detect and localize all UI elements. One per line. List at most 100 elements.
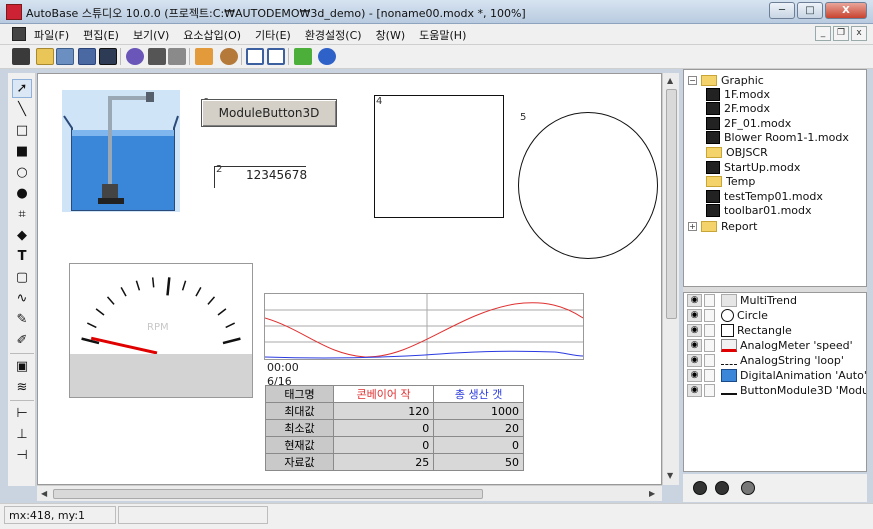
scroll-right-icon[interactable]: ▶: [649, 489, 655, 498]
canvas-horizontal-scrollbar[interactable]: ◀ ▶: [37, 485, 662, 501]
expand-icon[interactable]: +: [688, 221, 697, 231]
menu-view[interactable]: 보기(V): [133, 27, 169, 43]
list-item[interactable]: ◉ AnalogMeter 'speed': [684, 338, 853, 353]
visibility-eye-icon[interactable]: ◉: [687, 309, 702, 322]
lock-toggle[interactable]: [704, 384, 715, 397]
polygon-fill-icon[interactable]: ◆: [12, 226, 32, 245]
collapse-icon[interactable]: −: [688, 75, 697, 85]
scroll-down-icon[interactable]: ▼: [667, 471, 673, 480]
tree-node[interactable]: StartUp.modx: [706, 160, 800, 174]
polygon-outline-icon[interactable]: ⌗: [12, 205, 32, 224]
data-table[interactable]: 태그명 콘베이어 작 총 생산 갯 최대값 120 1000 최소값 0 20 …: [265, 385, 524, 471]
document-icon[interactable]: [12, 27, 26, 41]
scroll-thumb[interactable]: [53, 489, 483, 499]
object-3d-icon[interactable]: ▣: [12, 357, 32, 376]
dropper-icon[interactable]: ✐: [12, 331, 32, 350]
move-up-icon[interactable]: [693, 481, 707, 495]
select-arrow-icon[interactable]: ➚: [12, 79, 32, 98]
minimize-button[interactable]: ─: [769, 2, 795, 19]
pen-icon[interactable]: ✎: [12, 310, 32, 329]
tree-node[interactable]: testTemp01.modx: [706, 189, 823, 203]
tree-node[interactable]: toolbar01.modx: [706, 204, 812, 218]
lock-toggle[interactable]: [704, 339, 715, 352]
visibility-eye-icon[interactable]: ◉: [687, 324, 702, 337]
scroll-thumb[interactable]: [666, 89, 677, 319]
grid-icon[interactable]: [294, 48, 312, 65]
script-icon[interactable]: [148, 48, 166, 65]
lock-toggle[interactable]: [704, 354, 715, 367]
new-icon[interactable]: [12, 48, 30, 65]
database-icon[interactable]: [220, 48, 238, 65]
open-icon[interactable]: [36, 48, 54, 65]
layer-icon[interactable]: ≋: [12, 378, 32, 397]
dollar-icon[interactable]: [126, 48, 144, 65]
list-item[interactable]: ◉ DigitalAnimation 'Auto': [684, 368, 866, 383]
ellipse-fill-icon[interactable]: ●: [12, 184, 32, 203]
visibility-eye-icon[interactable]: ◉: [687, 294, 702, 307]
scroll-left-icon[interactable]: ◀: [41, 489, 47, 498]
tag-icon[interactable]: [195, 48, 213, 65]
visibility-eye-icon[interactable]: ◉: [687, 384, 702, 397]
rect-fill-icon[interactable]: ■: [12, 142, 32, 161]
visibility-eye-icon[interactable]: ◉: [687, 354, 702, 367]
mdi-restore-button[interactable]: ❐: [833, 26, 849, 41]
lock-toggle[interactable]: [704, 369, 715, 382]
list-item[interactable]: ◉ Rectangle: [684, 323, 792, 338]
close-button[interactable]: X: [825, 2, 867, 19]
refresh-icon[interactable]: [715, 481, 729, 495]
list-item[interactable]: ◉ ButtonModule3D 'Modu: [684, 383, 866, 398]
curve-icon[interactable]: ∿: [12, 289, 32, 308]
menu-insert[interactable]: 요소삽입(O): [183, 27, 241, 43]
layout-h-icon[interactable]: [246, 48, 264, 65]
tree-node[interactable]: Blower Room1-1.modx: [706, 131, 849, 145]
menu-edit[interactable]: 편집(E): [83, 27, 119, 43]
text-icon[interactable]: T: [12, 247, 32, 266]
multi-trend[interactable]: [264, 293, 584, 360]
design-canvas[interactable]: 1 0 2 4 5 3 6 ModuleButton3D 12345678 RP…: [37, 73, 662, 485]
delete-icon[interactable]: [741, 481, 755, 495]
ellipse-outline-icon[interactable]: ○: [12, 163, 32, 182]
tree-node[interactable]: 1F.modx: [706, 87, 770, 101]
lock-toggle[interactable]: [704, 309, 715, 322]
visibility-eye-icon[interactable]: ◉: [687, 339, 702, 352]
property-icon[interactable]: [168, 48, 186, 65]
tree-node[interactable]: 2F_01.modx: [706, 116, 791, 130]
menu-file[interactable]: 파일(F): [34, 27, 69, 43]
save-icon[interactable]: [99, 48, 117, 65]
lock-toggle[interactable]: [704, 324, 715, 337]
analog-meter[interactable]: RPM: [69, 263, 253, 398]
module-button-3d[interactable]: ModuleButton3D: [201, 99, 337, 127]
list-item[interactable]: ◉ AnalogString 'loop': [684, 353, 844, 368]
help-icon[interactable]: [318, 48, 336, 65]
scroll-up-icon[interactable]: ▲: [667, 76, 673, 85]
mdi-close-button[interactable]: x: [851, 26, 867, 41]
align-left-icon[interactable]: ⊢: [12, 404, 32, 423]
align-bottom-icon[interactable]: ⊣: [12, 446, 32, 465]
save-all-icon[interactable]: [78, 48, 96, 65]
tree-node-graphic[interactable]: − Graphic: [688, 73, 764, 87]
menu-settings[interactable]: 환경설정(C): [305, 27, 362, 43]
menu-window[interactable]: 창(W): [376, 27, 406, 43]
layout-v-icon[interactable]: [267, 48, 285, 65]
circle-object[interactable]: [518, 112, 658, 259]
line-icon[interactable]: ╲: [12, 100, 32, 119]
copy-icon[interactable]: [56, 48, 74, 65]
tree-node[interactable]: OBJSCR: [706, 145, 768, 159]
tree-node-report[interactable]: + Report: [688, 219, 757, 233]
rounded-rect-icon[interactable]: ▢: [12, 268, 32, 287]
lock-toggle[interactable]: [704, 294, 715, 307]
visibility-eye-icon[interactable]: ◉: [687, 369, 702, 382]
menu-etc[interactable]: 기타(E): [255, 27, 291, 43]
rectangle-object[interactable]: [374, 95, 504, 218]
list-item[interactable]: ◉ MultiTrend: [684, 293, 797, 308]
rect-outline-icon[interactable]: □: [12, 121, 32, 140]
align-center-icon[interactable]: ⊥: [12, 425, 32, 444]
list-item[interactable]: ◉ Circle: [684, 308, 768, 323]
tree-node[interactable]: 2F.modx: [706, 102, 770, 116]
canvas-vertical-scrollbar[interactable]: ▲ ▼: [662, 73, 679, 485]
menu-help[interactable]: 도움말(H): [419, 27, 466, 43]
mdi-minimize-button[interactable]: _: [815, 26, 831, 41]
digital-animation-tank[interactable]: [62, 90, 180, 212]
tree-node[interactable]: Temp: [706, 175, 755, 189]
analog-string[interactable]: 12345678: [214, 166, 307, 188]
